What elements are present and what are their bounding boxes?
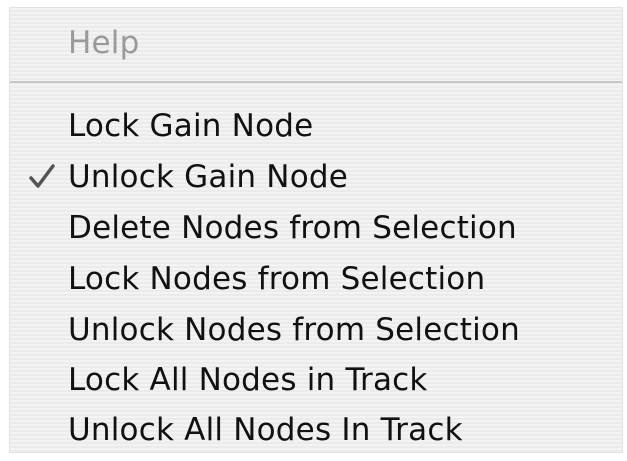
menu-separator	[10, 81, 622, 83]
menu-item-unlock-gain-node[interactable]: Unlock Gain Node	[68, 153, 348, 201]
menu-item-unlock-all-nodes-in-track[interactable]: Unlock All Nodes In Track	[68, 406, 463, 454]
menu-item-unlock-nodes-from-selection[interactable]: Unlock Nodes from Selection	[68, 306, 520, 354]
menu-item-delete-nodes-from-selection[interactable]: Delete Nodes from Selection	[68, 204, 517, 252]
context-menu: Help Lock Gain Node Unlock Gain Node Del…	[10, 8, 622, 452]
menu-item-lock-nodes-from-selection[interactable]: Lock Nodes from Selection	[68, 255, 485, 303]
menu-item-lock-all-nodes-in-track[interactable]: Lock All Nodes in Track	[68, 356, 428, 404]
checkmark-icon	[24, 153, 60, 201]
menu-item-lock-gain-node[interactable]: Lock Gain Node	[68, 102, 313, 150]
menu-item-help: Help	[68, 25, 140, 61]
